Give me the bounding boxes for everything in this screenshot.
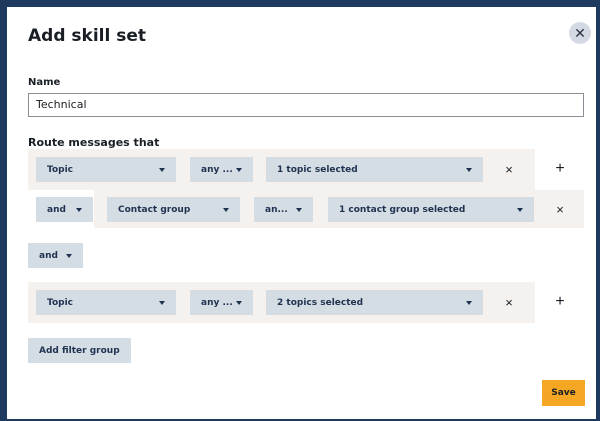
route-messages-label: Route messages that [28, 136, 160, 149]
topic-operator-label: any ... [201, 297, 233, 308]
topic-field-dropdown[interactable]: Topic [36, 157, 176, 182]
chevron-down-icon [517, 207, 523, 212]
close-icon: ✕ [574, 24, 586, 41]
contact-group-field-label: Contact group [118, 204, 191, 215]
save-button[interactable]: Save [542, 380, 585, 406]
topic-value-label: 1 topic selected [277, 164, 358, 175]
and-label: and [47, 204, 66, 215]
topic-field-dropdown-2[interactable]: Topic [36, 290, 176, 315]
topic-value-dropdown[interactable]: 1 topic selected [266, 157, 483, 182]
topic-operator-dropdown-2[interactable]: any ... [190, 290, 253, 315]
chevron-down-icon [66, 253, 72, 258]
and-conjunction-dropdown[interactable]: and [36, 197, 93, 222]
chevron-down-icon [296, 207, 302, 212]
group-conjunction-dropdown[interactable]: and [28, 243, 83, 268]
name-input[interactable]: Technical [28, 93, 584, 117]
contact-group-value-dropdown[interactable]: 1 contact group selected [328, 197, 534, 222]
chevron-down-icon [466, 167, 472, 172]
group-conjunction-label: and [39, 250, 58, 261]
contact-group-value-label: 1 contact group selected [339, 204, 466, 215]
chevron-down-icon [159, 167, 165, 172]
contact-group-operator-dropdown[interactable]: an... [254, 197, 313, 222]
contact-group-field-dropdown[interactable]: Contact group [107, 197, 240, 222]
add-filter-group-button[interactable]: Add filter group [28, 338, 131, 363]
contact-group-operator-label: an... [265, 204, 288, 215]
remove-row-button[interactable]: × [552, 201, 568, 217]
topic-operator-label: any ... [201, 164, 233, 175]
add-skill-set-dialog: Add skill set ✕ Name Technical Route mes… [7, 7, 596, 419]
topic-operator-dropdown[interactable]: any ... [190, 157, 253, 182]
dialog-title: Add skill set [28, 26, 147, 46]
name-label: Name [28, 77, 61, 88]
chevron-down-icon [236, 167, 242, 172]
remove-row-button[interactable]: × [501, 294, 517, 310]
topic-value-dropdown-2[interactable]: 2 topics selected [266, 290, 483, 315]
chevron-down-icon [236, 300, 242, 305]
remove-row-button[interactable]: × [501, 161, 517, 177]
chevron-down-icon [223, 207, 229, 212]
chevron-down-icon [76, 207, 82, 212]
topic-value-label: 2 topics selected [277, 297, 364, 308]
chevron-down-icon [466, 300, 472, 305]
chevron-down-icon [159, 300, 165, 305]
close-button[interactable]: ✕ [569, 22, 591, 44]
add-row-button[interactable]: + [552, 160, 568, 177]
topic-field-label: Topic [47, 297, 73, 308]
topic-field-label: Topic [47, 164, 73, 175]
add-row-button[interactable]: + [552, 293, 568, 310]
